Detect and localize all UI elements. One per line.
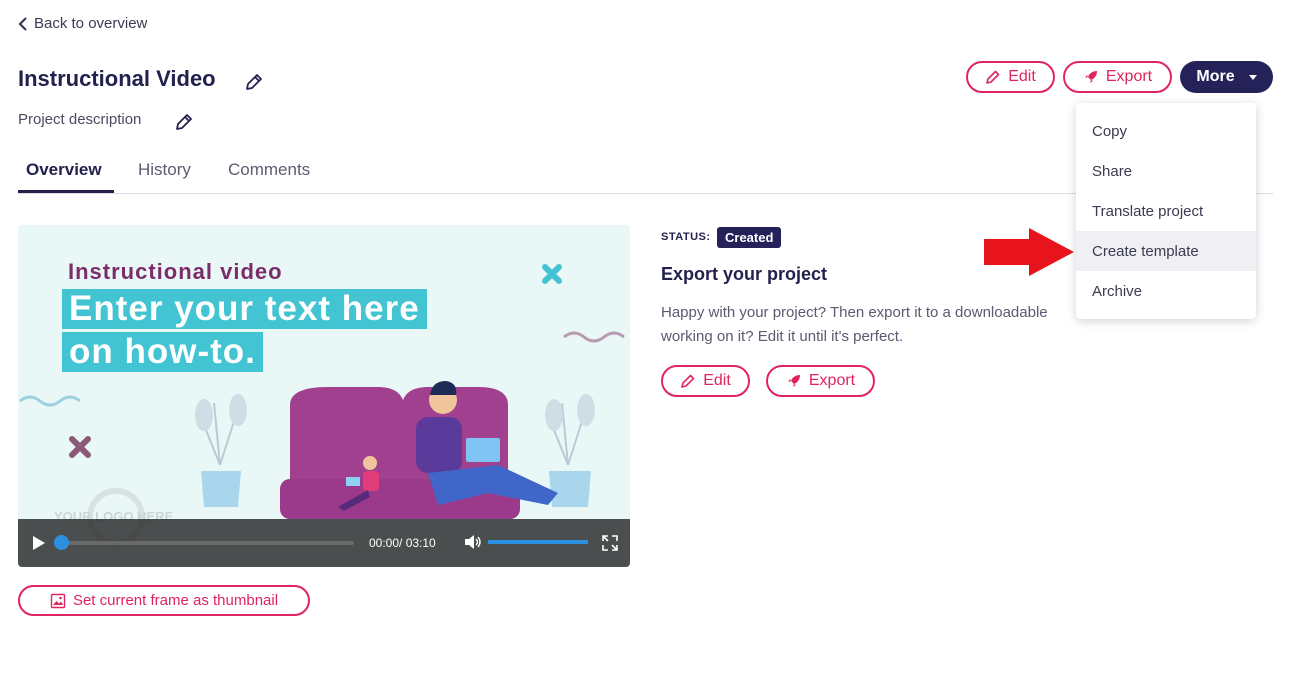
rocket-icon [1084, 71, 1097, 83]
volume-slider[interactable] [488, 540, 588, 544]
video-player[interactable]: Instructional video Enter your text here… [18, 225, 630, 567]
caret-down-icon [1248, 74, 1257, 80]
menu-item-copy[interactable]: Copy [1076, 111, 1256, 151]
active-tab-indicator [18, 190, 114, 193]
set-thumbnail-label: Set current frame as thumbnail [72, 592, 279, 609]
tab-history[interactable]: History [138, 160, 191, 180]
seek-bar[interactable] [62, 541, 354, 545]
more-button[interactable]: More [1180, 61, 1273, 93]
video-headline-line-1: Enter your text here [62, 289, 427, 329]
tab-comments[interactable]: Comments [228, 160, 310, 180]
more-dropdown-menu: Copy Share Translate project Create temp… [1076, 103, 1256, 319]
tab-overview[interactable]: Overview [26, 160, 102, 180]
export-button[interactable]: Export [1063, 61, 1172, 93]
status-badge: Created [717, 227, 782, 248]
edit-button-label: Edit [1008, 68, 1036, 85]
edit-button[interactable]: Edit [966, 61, 1055, 93]
export-section-description: Happy with your project? Then export it … [661, 304, 1048, 345]
pencil-icon[interactable] [244, 72, 264, 92]
rocket-icon [787, 375, 800, 387]
back-link-label: Back to overview [34, 15, 148, 32]
video-time: 00:00/ 03:10 [369, 536, 436, 550]
red-arrow-icon [984, 228, 1074, 276]
video-controls: 00:00/ 03:10 [18, 519, 630, 567]
fullscreen-icon[interactable] [602, 535, 618, 551]
panel-edit-button[interactable]: Edit [661, 365, 750, 397]
panel-export-button[interactable]: Export [766, 365, 875, 397]
export-button-label: Export [1105, 68, 1153, 85]
image-icon [50, 593, 66, 608]
volume-icon[interactable] [464, 534, 482, 550]
video-headline-line-2: on how-to. [62, 332, 263, 372]
status-label: STATUS: [661, 231, 711, 243]
menu-item-create-template[interactable]: Create template [1076, 231, 1256, 271]
set-thumbnail-button[interactable]: Set current frame as thumbnail [18, 585, 310, 616]
panel-export-label: Export [808, 372, 856, 389]
menu-item-translate-project[interactable]: Translate project [1076, 191, 1256, 231]
back-to-overview-link[interactable]: Back to overview [18, 15, 147, 32]
menu-item-share[interactable]: Share [1076, 151, 1256, 191]
export-section-title: Export your project [661, 264, 828, 284]
pencil-icon [986, 70, 1000, 84]
menu-item-archive[interactable]: Archive [1076, 271, 1256, 311]
page-title: Instructional Video [18, 66, 216, 91]
panel-edit-label: Edit [703, 372, 731, 389]
chevron-left-icon [18, 16, 27, 31]
pencil-icon [681, 374, 695, 388]
seek-handle[interactable] [54, 535, 69, 550]
more-button-label: More [1196, 68, 1235, 85]
video-subtitle: Instructional video [68, 259, 283, 284]
pencil-icon[interactable] [174, 112, 194, 132]
play-icon[interactable] [32, 535, 46, 551]
project-description: Project description [18, 111, 142, 128]
